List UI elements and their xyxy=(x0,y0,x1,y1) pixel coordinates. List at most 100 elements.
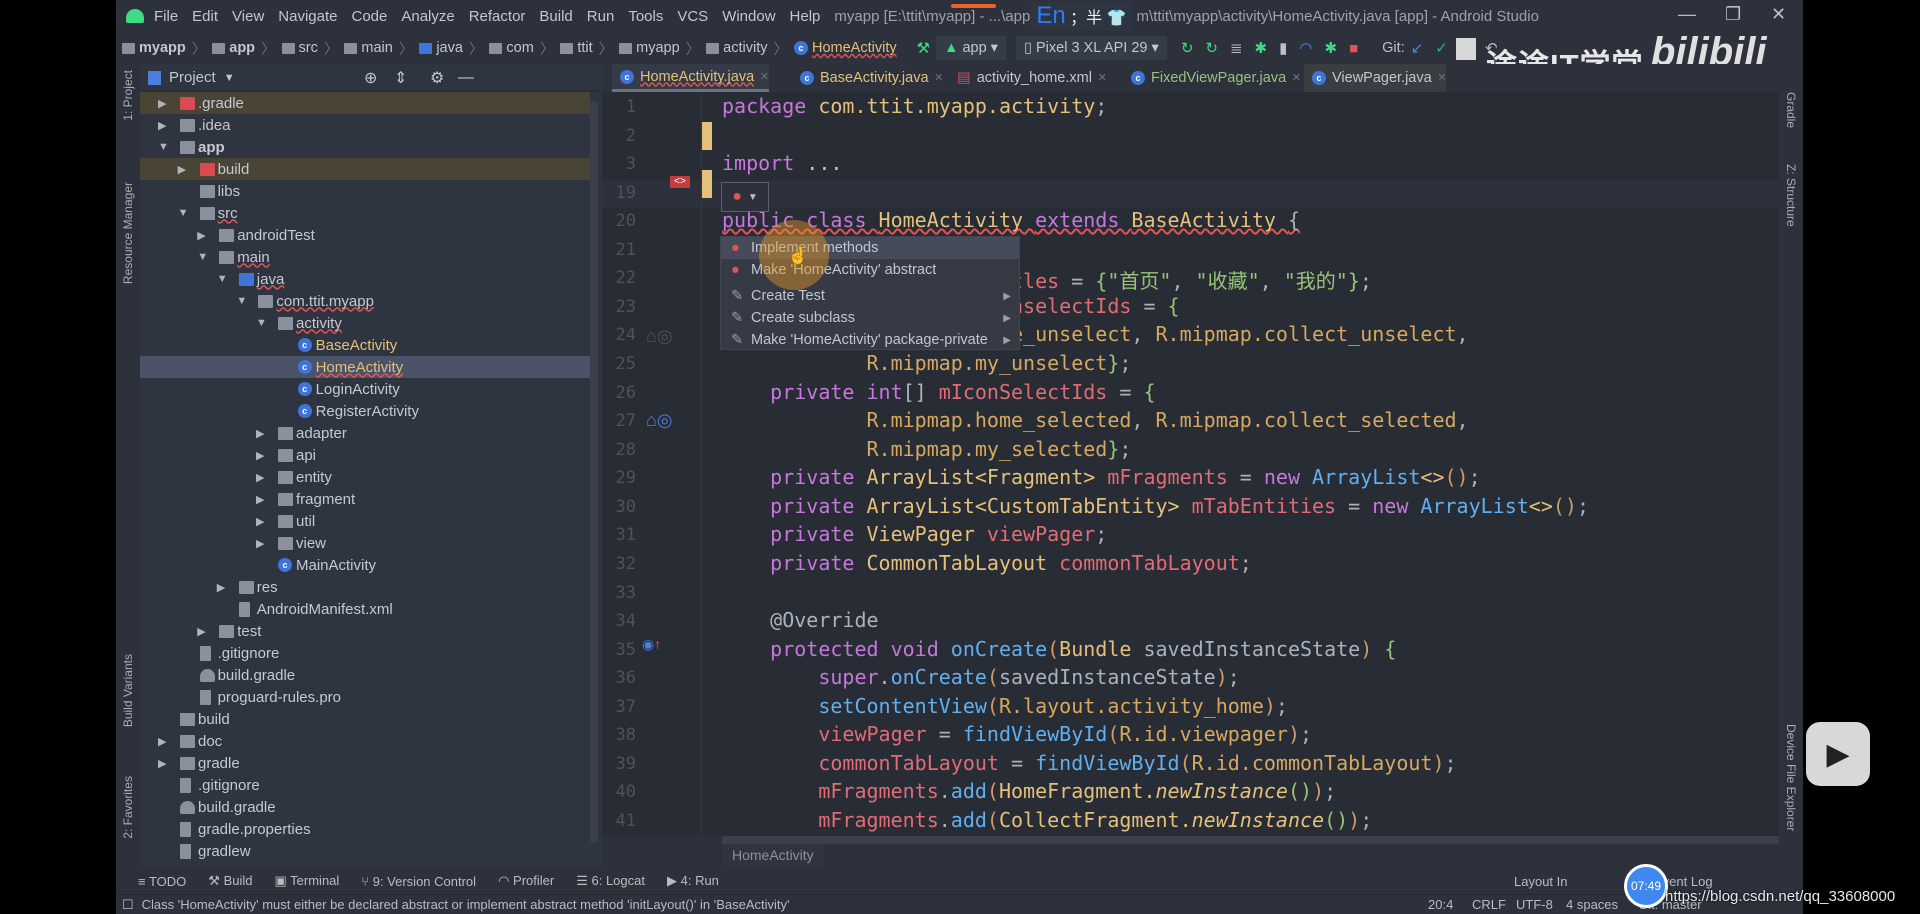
code-line[interactable]: super.onCreate(savedInstanceState); xyxy=(722,665,1239,689)
breadcrumb-item[interactable]: myapp 〉 xyxy=(619,38,700,59)
breadcrumb-item[interactable]: com 〉 xyxy=(489,38,554,59)
locate-icon[interactable]: ⊕ xyxy=(364,68,377,88)
class-implementation-icon[interactable]: <> xyxy=(670,176,690,188)
tool-6-logcat[interactable]: ☰ 6: Logcat xyxy=(576,873,645,889)
menu-view[interactable]: View xyxy=(232,8,264,25)
project-view-dropdown[interactable]: Project xyxy=(169,69,216,86)
tool-profiler[interactable]: ◠ Profiler xyxy=(498,873,554,889)
stop-icon[interactable]: ■ xyxy=(1349,40,1358,57)
project-tool-button[interactable]: 1: Project xyxy=(121,70,135,121)
intention-create-subclass[interactable]: ✎ Create subclass ▶ xyxy=(721,307,1019,329)
tree-item--idea[interactable]: ▶ .idea xyxy=(140,114,590,136)
tree-item-fragment[interactable]: ▶ fragment xyxy=(140,488,590,510)
tree-item-com-ttit-myapp[interactable]: ▼ com.ttit.myapp xyxy=(140,290,590,312)
attach-debugger-icon[interactable]: ✱ xyxy=(1324,39,1337,57)
expanded-arrow-icon[interactable]: ▼ xyxy=(256,317,267,329)
tool-terminal[interactable]: ▣ Terminal xyxy=(275,873,340,889)
tree-item-build[interactable]: build xyxy=(140,708,590,730)
file-encoding[interactable]: UTF-8 xyxy=(1516,897,1553,912)
intention-bulb-button[interactable]: ● ▼ xyxy=(721,182,769,212)
minimize-button[interactable]: — xyxy=(1678,4,1696,25)
collapsed-arrow-icon[interactable]: ▶ xyxy=(256,515,264,528)
menu-tools[interactable]: Tools xyxy=(628,8,663,25)
tree-item--gitignore[interactable]: .gitignore xyxy=(140,642,590,664)
tree-item-doc[interactable]: ▶ doc xyxy=(140,730,590,752)
breadcrumb-item[interactable]: java 〉 xyxy=(419,38,483,59)
project-scrollbar[interactable] xyxy=(590,102,598,842)
tree-item-adapter[interactable]: ▶ adapter xyxy=(140,422,590,444)
tab-homeactivity-java[interactable]: c HomeActivity.java × xyxy=(612,64,769,92)
breadcrumb-item[interactable]: src 〉 xyxy=(281,38,338,59)
video-play-button[interactable]: ▶ xyxy=(1806,722,1870,786)
coverage-icon[interactable]: ▮ xyxy=(1279,39,1287,57)
tree-item-androidmanifest-xml[interactable]: AndroidManifest.xml xyxy=(140,598,590,620)
line-separator[interactable]: CRLF xyxy=(1472,897,1506,912)
tab-activity-home-xml[interactable]: ▤ activity_home.xml × xyxy=(949,64,1106,92)
collapsed-arrow-icon[interactable]: ▶ xyxy=(197,625,205,638)
git-update-icon[interactable]: ↙ xyxy=(1411,39,1424,57)
structure-tool-button[interactable]: Z: Structure xyxy=(1784,164,1798,227)
favorites-tool-button[interactable]: 2: Favorites xyxy=(121,776,135,839)
close-tab-icon[interactable]: × xyxy=(760,69,768,85)
tree-item-gradle-properties[interactable]: gradle.properties xyxy=(140,818,590,840)
code-line[interactable]: private ArrayList<Fragment> mFragments =… xyxy=(722,465,1481,489)
tool-build[interactable]: ⚒ Build xyxy=(208,873,252,889)
tree-item--gradle[interactable]: ▶ .gradle xyxy=(140,92,590,114)
menu-code[interactable]: Code xyxy=(351,8,387,25)
hide-icon[interactable]: — xyxy=(458,69,474,87)
tree-item-gradle[interactable]: ▶ gradle xyxy=(140,752,590,774)
menu-help[interactable]: Help xyxy=(790,8,821,25)
restore-button[interactable]: ❐ xyxy=(1725,4,1741,25)
code-line[interactable]: import ... xyxy=(722,151,842,175)
collapsed-arrow-icon[interactable]: ▶ xyxy=(256,537,264,550)
collapsed-arrow-icon[interactable]: ▶ xyxy=(256,471,264,484)
code-line[interactable]: R.mipmap.home_selected, R.mipmap.collect… xyxy=(722,408,1468,432)
tool-9-version-control[interactable]: ⑂ 9: Version Control xyxy=(361,874,476,889)
expanded-arrow-icon[interactable]: ▼ xyxy=(217,273,228,285)
expanded-arrow-icon[interactable]: ▼ xyxy=(236,295,247,307)
collapsed-arrow-icon[interactable]: ▶ xyxy=(158,757,166,770)
tree-item-activity[interactable]: ▼ activity xyxy=(140,312,590,334)
intention-create-test[interactable]: ✎ Create Test ▶ xyxy=(721,285,1019,307)
device-file-explorer-tool-button[interactable]: Device File Explorer xyxy=(1784,724,1798,831)
horizontal-scrollbar[interactable] xyxy=(722,836,1779,844)
code-line[interactable]: private int[] mIconSelectIds = { xyxy=(722,380,1155,404)
menu-build[interactable]: Build xyxy=(539,8,572,25)
tree-item-mainactivity[interactable]: c MainActivity xyxy=(140,554,590,576)
menu-analyze[interactable]: Analyze xyxy=(401,8,454,25)
menu-file[interactable]: File xyxy=(154,8,178,25)
code-line[interactable]: mFragments.add(CollectFragment.newInstan… xyxy=(722,808,1372,832)
collapsed-arrow-icon[interactable]: ▶ xyxy=(256,493,264,506)
apply-code-changes-icon[interactable]: ↻ xyxy=(1205,39,1218,57)
close-tab-icon[interactable]: × xyxy=(1098,70,1106,86)
menu-refactor[interactable]: Refactor xyxy=(469,8,526,25)
tree-item-homeactivity[interactable]: c HomeActivity xyxy=(140,356,590,378)
tree-item-main[interactable]: ▼ main xyxy=(140,246,590,268)
code-line[interactable]: R.mipmap.my_unselect}; xyxy=(722,351,1131,375)
code-line[interactable]: package com.ttit.myapp.activity; xyxy=(722,94,1107,118)
breadcrumb-item[interactable]: ttit 〉 xyxy=(560,38,613,59)
tree-item-app[interactable]: ▼ app xyxy=(140,136,590,158)
tree-item-api[interactable]: ▶ api xyxy=(140,444,590,466)
profile-icon[interactable]: ◠ xyxy=(1299,39,1312,57)
close-tab-icon[interactable]: × xyxy=(1292,70,1300,86)
tree-item-proguard-rules-pro[interactable]: proguard-rules.pro xyxy=(140,686,590,708)
code-line[interactable]: R.mipmap.my_selected}; xyxy=(722,437,1131,461)
code-line[interactable]: mFragments.add(HomeFragment.newInstance(… xyxy=(722,779,1336,803)
code-editor[interactable]: 1 2 3 19 20 21 22 23 24 25 26 27 28 29 30 31 32 33 34 35 36 3… xyxy=(602,92,1779,836)
resource-manager-tool-button[interactable]: Resource Manager xyxy=(121,182,135,284)
tree-item-build-gradle[interactable]: build.gradle xyxy=(140,796,590,818)
collapsed-arrow-icon[interactable]: ▶ xyxy=(256,427,264,440)
breadcrumb-item[interactable]: activity 〉 xyxy=(706,38,788,59)
menu-vcs[interactable]: VCS xyxy=(677,8,708,25)
expanded-arrow-icon[interactable]: ▼ xyxy=(197,251,208,263)
tree-item-androidtest[interactable]: ▶ androidTest xyxy=(140,224,590,246)
override-icon[interactable]: ◉↑ xyxy=(642,636,661,653)
code-line[interactable]: protected void onCreate(Bundle savedInst… xyxy=(722,637,1396,661)
code-line[interactable]: setContentView(R.layout.activity_home); xyxy=(722,694,1288,718)
tree-item-entity[interactable]: ▶ entity xyxy=(140,466,590,488)
gear-icon[interactable]: ⚙ xyxy=(430,68,444,88)
code-line[interactable]: viewPager = findViewById(R.id.viewpager)… xyxy=(722,722,1312,746)
debug-icon[interactable]: ✱ xyxy=(1255,39,1268,57)
tool-4-run[interactable]: ▶ 4: Run xyxy=(667,873,719,889)
